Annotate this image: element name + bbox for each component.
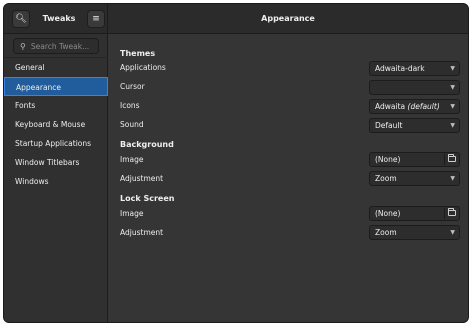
background-image-label: Image [120,155,144,164]
page-title: Appearance [261,14,315,23]
icons-theme-value: Adwaita [375,102,406,111]
lock-screen-section-title: Lock Screen [120,194,175,203]
cursor-theme-select[interactable]: ▼ [369,80,460,95]
menu-button[interactable]: ≡ [87,10,105,28]
sound-theme-value: Default [375,121,403,130]
appearance-panel: Themes Applications Adwaita-dark ▼ Curso… [109,34,468,322]
lock-screen-adjustment-select[interactable]: Zoom ▼ [369,225,460,240]
lock-screen-image-chooser[interactable]: (None) [369,206,460,221]
cursor-label: Cursor [120,82,145,91]
background-adjustment-select[interactable]: Zoom ▼ [369,171,460,186]
sidebar-item-appearance[interactable]: Appearance [4,77,108,96]
search-placeholder: Search Tweak... [30,41,90,51]
lock-screen-image-label: Image [120,209,144,218]
applications-label: Applications [120,63,166,72]
search-input[interactable]: ⚲ Search Tweak... [13,38,99,54]
folder-icon [448,154,456,162]
chevron-down-icon: ▼ [450,229,455,236]
background-adjustment-value: Zoom [375,174,397,183]
background-section-title: Background [120,140,174,149]
background-image-value: (None) [375,155,401,164]
search-icon: ⚲ [20,41,26,51]
themes-section-title: Themes [120,49,156,58]
chevron-down-icon: ▼ [450,84,455,91]
search-icon: 🔍︎ [15,14,27,24]
sidebar-item-keyboard-mouse[interactable]: Keyboard & Mouse [4,115,108,134]
applications-theme-value: Adwaita-dark [375,64,425,73]
chevron-down-icon: ▼ [450,175,455,182]
search-button[interactable]: 🔍︎ [12,10,30,28]
background-image-chooser[interactable]: (None) [369,152,460,167]
sidebar-item-startup-applications[interactable]: Startup Applications [4,134,108,153]
header-left-pane: 🔍︎ Tweaks ≡ [4,4,108,34]
sound-theme-select[interactable]: Default ▼ [369,118,460,133]
icons-label: Icons [120,101,140,110]
sidebar-item-windows[interactable]: Windows [4,172,108,191]
chevron-down-icon: ▼ [450,65,455,72]
lock-screen-adjustment-value: Zoom [375,228,397,237]
header-bar: 🔍︎ Tweaks ≡ Appearance [4,4,468,34]
sidebar: ⚲ Search Tweak... General Appearance Fon… [4,34,108,322]
folder-icon [448,208,456,216]
sidebar-nav: General Appearance Fonts Keyboard & Mous… [4,57,108,191]
hamburger-menu-icon: ≡ [92,14,100,24]
icons-theme-select[interactable]: Adwaita (default) ▼ [369,99,460,114]
chevron-down-icon: ▼ [450,103,455,110]
sound-label: Sound [120,120,144,129]
sidebar-item-general[interactable]: General [4,58,108,77]
sidebar-item-fonts[interactable]: Fonts [4,96,108,115]
app-title: Tweaks [42,14,76,23]
applications-theme-select[interactable]: Adwaita-dark ▼ [369,61,460,76]
tweaks-window: 🔍︎ Tweaks ≡ Appearance ⚲ Search Tweak...… [3,3,469,323]
lock-screen-image-value: (None) [375,209,401,218]
lock-screen-adjustment-label: Adjustment [120,228,164,237]
chevron-down-icon: ▼ [450,122,455,129]
icons-theme-default-tag: (default) [407,102,440,111]
sidebar-item-window-titlebars[interactable]: Window Titlebars [4,153,108,172]
background-adjustment-label: Adjustment [120,174,164,183]
